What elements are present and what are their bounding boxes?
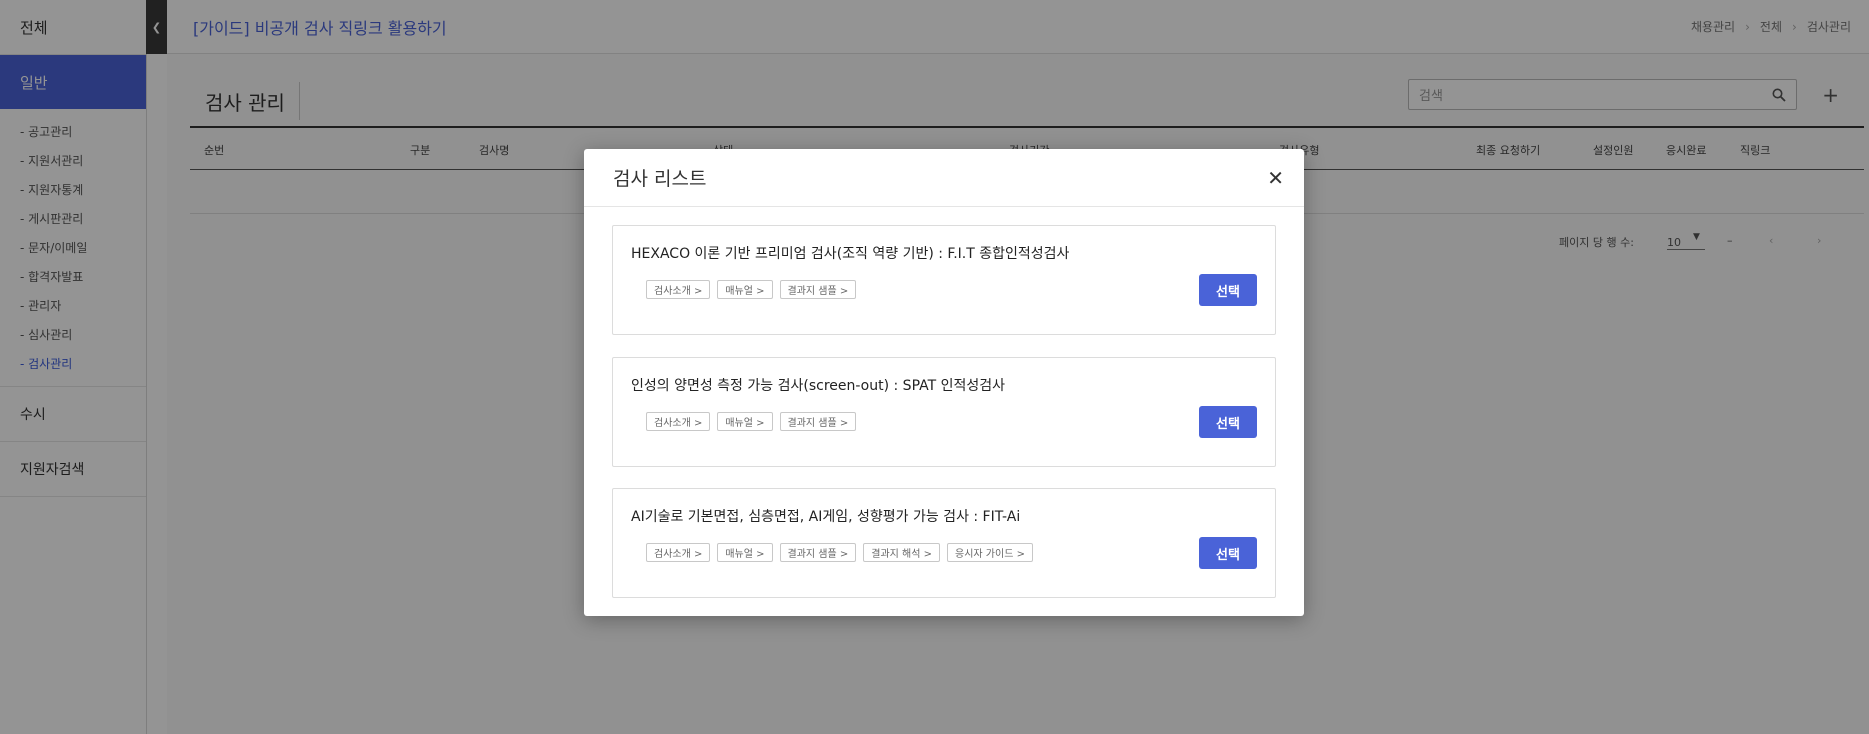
manual-link[interactable]: 매뉴얼 > bbox=[717, 280, 773, 299]
test-card: HEXACO 이론 기반 프리미엄 검사(조직 역량 기반) : F.I.T 종… bbox=[612, 225, 1276, 335]
candidate-guide-link[interactable]: 응시자 가이드 > bbox=[947, 543, 1033, 562]
result-sample-link[interactable]: 결과지 샘플 > bbox=[779, 543, 857, 562]
modal-title: 검사 리스트 bbox=[613, 168, 707, 190]
result-interpretation-link[interactable]: 결과지 해석 > bbox=[863, 543, 941, 562]
select-button[interactable]: 선택 bbox=[1199, 274, 1257, 306]
test-card-title: HEXACO 이론 기반 프리미엄 검사(조직 역량 기반) : F.I.T 종… bbox=[631, 246, 1070, 262]
test-card: 인성의 양면성 측정 가능 검사(screen-out) : SPAT 인적성검… bbox=[612, 357, 1276, 467]
result-sample-link[interactable]: 결과지 샘플 > bbox=[779, 280, 857, 299]
chip-group: 검사소개 > 매뉴얼 > 결과지 샘플 > bbox=[646, 280, 857, 299]
select-button[interactable]: 선택 bbox=[1199, 406, 1257, 438]
chip-group: 검사소개 > 매뉴얼 > 결과지 샘플 > 결과지 해석 > 응시자 가이드 > bbox=[646, 543, 1033, 562]
modal-header: 검사 리스트 ✕ bbox=[584, 149, 1304, 207]
chip-group: 검사소개 > 매뉴얼 > 결과지 샘플 > bbox=[646, 412, 857, 431]
manual-link[interactable]: 매뉴얼 > bbox=[717, 543, 773, 562]
close-icon[interactable]: ✕ bbox=[1267, 166, 1284, 190]
test-card: AI기술로 기본면접, 심층면접, AI게임, 성향평가 가능 검사 : FIT… bbox=[612, 488, 1276, 598]
select-button[interactable]: 선택 bbox=[1199, 537, 1257, 569]
test-list-modal: 검사 리스트 ✕ HEXACO 이론 기반 프리미엄 검사(조직 역량 기반) … bbox=[584, 149, 1304, 616]
test-card-title: 인성의 양면성 측정 가능 검사(screen-out) : SPAT 인적성검… bbox=[631, 378, 1006, 394]
test-intro-link[interactable]: 검사소개 > bbox=[646, 280, 711, 299]
test-intro-link[interactable]: 검사소개 > bbox=[646, 412, 711, 431]
result-sample-link[interactable]: 결과지 샘플 > bbox=[779, 412, 857, 431]
manual-link[interactable]: 매뉴얼 > bbox=[717, 412, 773, 431]
test-intro-link[interactable]: 검사소개 > bbox=[646, 543, 711, 562]
test-card-title: AI기술로 기본면접, 심층면접, AI게임, 성향평가 가능 검사 : FIT… bbox=[631, 509, 1021, 525]
